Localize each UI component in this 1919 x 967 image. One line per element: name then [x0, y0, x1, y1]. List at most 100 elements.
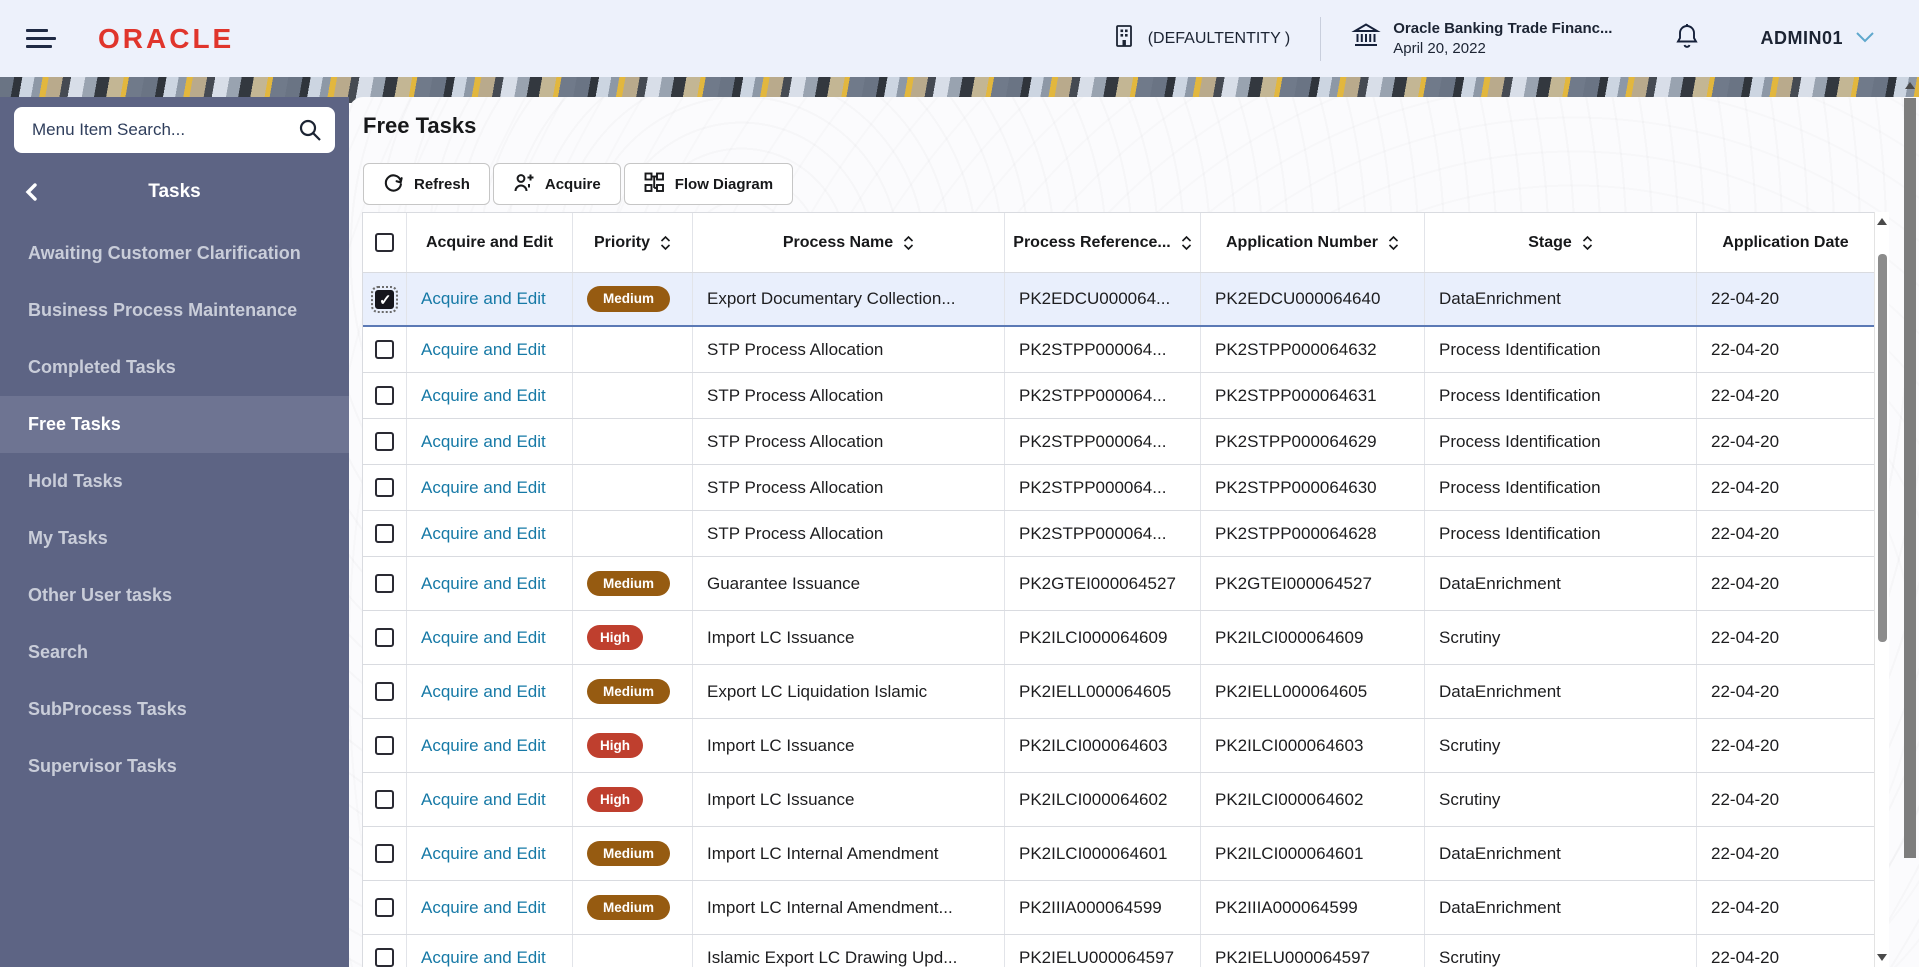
refresh-button[interactable]: Refresh [363, 163, 490, 205]
row-checkbox[interactable] [375, 574, 394, 593]
row-checkbox[interactable] [375, 478, 394, 497]
row-checkbox[interactable] [375, 790, 394, 809]
row-select-cell [363, 465, 407, 510]
column-header-process-reference[interactable]: Process Reference... [1005, 213, 1201, 272]
acquire-and-edit-link[interactable]: Acquire and Edit [421, 289, 546, 309]
acquire-and-edit-link[interactable]: Acquire and Edit [421, 682, 546, 702]
acquire-and-edit-link[interactable]: Acquire and Edit [421, 386, 546, 406]
acquire-and-edit-cell: Acquire and Edit [407, 465, 573, 510]
acquire-and-edit-link[interactable]: Acquire and Edit [421, 844, 546, 864]
sidebar-item-supervisor-tasks[interactable]: Supervisor Tasks [0, 738, 349, 795]
acquire-and-edit-link[interactable]: Acquire and Edit [421, 628, 546, 648]
page-scroll-up-icon[interactable] [1905, 82, 1915, 89]
flow-diagram-label: Flow Diagram [674, 175, 774, 193]
application-number-cell: PK2IELL000064605 [1201, 665, 1425, 718]
column-header-process-name[interactable]: Process Name [693, 213, 1005, 272]
acquire-and-edit-link[interactable]: Acquire and Edit [421, 736, 546, 756]
user-menu[interactable]: ADMIN01 [1760, 28, 1875, 49]
stage-cell: Scrutiny [1425, 773, 1697, 826]
table-row: Acquire and Edit High Import LC Issuance PK… [363, 719, 1874, 773]
sidebar-item-free-tasks[interactable]: Free Tasks [0, 396, 349, 453]
row-checkbox[interactable] [375, 736, 394, 755]
sidebar-item-subprocess-tasks[interactable]: SubProcess Tasks [0, 681, 349, 738]
sidebar-item-search[interactable]: Search [0, 624, 349, 681]
column-header-application-number[interactable]: Application Number [1201, 213, 1425, 272]
branch-selector[interactable]: Oracle Banking Trade Financ... April 20,… [1351, 20, 1612, 57]
application-date-cell: 22-04-20 [1711, 289, 1780, 308]
row-select-cell [363, 827, 407, 880]
row-checkbox[interactable] [375, 628, 394, 647]
notifications-bell-icon[interactable] [1674, 22, 1700, 55]
entity-selector[interactable]: (DEFAULTENTITY ) [1111, 23, 1290, 54]
table-scrollbar-thumb[interactable] [1878, 254, 1887, 642]
sidebar-item-business-process-maintenance[interactable]: Business Process Maintenance [0, 282, 349, 339]
column-label: Process Reference... [1013, 233, 1171, 251]
priority-cell: High [573, 773, 693, 826]
acquire-and-edit-cell: Acquire and Edit [407, 719, 573, 772]
back-chevron-icon[interactable] [24, 183, 38, 206]
application-date-cell: 22-04-20 [1711, 573, 1780, 593]
flow-diagram-button[interactable]: Flow Diagram [623, 163, 794, 205]
application-number-cell: PK2STPP000064629 [1201, 419, 1425, 464]
column-header-priority[interactable]: Priority [573, 213, 693, 272]
acquire-and-edit-link[interactable]: Acquire and Edit [421, 898, 546, 918]
app-window: ORACLE (DEFAULTENTITY ) Oracle Banking T… [0, 0, 1919, 967]
acquire-button[interactable]: Acquire [492, 163, 621, 205]
row-checkbox[interactable] [375, 898, 394, 917]
sidebar-menu: Awaiting Customer Clarification Business … [0, 225, 349, 795]
acquire-and-edit-link[interactable]: Acquire and Edit [421, 524, 546, 544]
acquire-and-edit-link[interactable]: Acquire and Edit [421, 948, 546, 967]
acquire-and-edit-cell: Acquire and Edit [407, 773, 573, 826]
acquire-and-edit-link[interactable]: Acquire and Edit [421, 340, 546, 360]
row-checkbox[interactable] [375, 682, 394, 701]
column-header-stage[interactable]: Stage [1425, 213, 1697, 272]
page-scrollbar[interactable] [1903, 80, 1918, 967]
sidebar-item-other-user-tasks[interactable]: Other User tasks [0, 567, 349, 624]
acquire-and-edit-link[interactable]: Acquire and Edit [421, 478, 546, 498]
application-number-cell: PK2STPP000064630 [1201, 465, 1425, 510]
row-checkbox[interactable] [375, 844, 394, 863]
stage-cell: Process Identification [1425, 511, 1697, 556]
process-name-cell: Import LC Internal Amendment [693, 827, 1005, 880]
acquire-and-edit-cell: Acquire and Edit [407, 327, 573, 372]
sort-icon[interactable] [903, 235, 914, 251]
scroll-down-icon[interactable] [1877, 954, 1887, 961]
process-name-cell: Import LC Issuance [693, 719, 1005, 772]
sort-icon[interactable] [660, 235, 671, 251]
acquire-and-edit-link[interactable]: Acquire and Edit [421, 790, 546, 810]
row-checkbox[interactable] [375, 948, 394, 967]
acquire-and-edit-link[interactable]: Acquire and Edit [421, 574, 546, 594]
sort-icon[interactable] [1181, 235, 1192, 251]
header-divider [1320, 16, 1322, 61]
scroll-up-icon[interactable] [1877, 218, 1887, 225]
row-checkbox[interactable] [375, 432, 394, 451]
menu-search-input[interactable] [14, 107, 335, 153]
acquire-and-edit-cell: Acquire and Edit [407, 419, 573, 464]
process-reference-cell: PK2STPP000064... [1005, 373, 1201, 418]
sidebar-item-awaiting-customer-clarification[interactable]: Awaiting Customer Clarification [0, 225, 349, 282]
select-all-checkbox[interactable] [375, 233, 394, 252]
sidebar-item-my-tasks[interactable]: My Tasks [0, 510, 349, 567]
table-row: Acquire and Edit Medium Import LC Internal… [363, 827, 1874, 881]
sidebar-item-hold-tasks[interactable]: Hold Tasks [0, 453, 349, 510]
hamburger-menu-icon[interactable] [26, 29, 56, 48]
row-checkbox[interactable] [371, 285, 398, 313]
application-number-cell: PK2ILCI000064609 [1201, 611, 1425, 664]
sort-icon[interactable] [1582, 235, 1593, 251]
sidebar-item-completed-tasks[interactable]: Completed Tasks [0, 339, 349, 396]
table-scrollbar[interactable] [1874, 212, 1889, 967]
process-reference-cell: PK2STPP000064... [1005, 419, 1201, 464]
column-header-application-date[interactable]: Application Date [1697, 213, 1874, 272]
sort-icon[interactable] [1388, 235, 1399, 251]
acquire-and-edit-cell: Acquire and Edit [407, 665, 573, 718]
search-icon[interactable] [297, 117, 323, 148]
row-checkbox[interactable] [375, 340, 394, 359]
page-scrollbar-thumb[interactable] [1904, 98, 1916, 858]
row-checkbox[interactable] [375, 386, 394, 405]
acquire-and-edit-link[interactable]: Acquire and Edit [421, 432, 546, 452]
column-header-acquire-and-edit[interactable]: Acquire and Edit [407, 213, 573, 272]
application-date-cell: 22-04-20 [1711, 681, 1780, 701]
row-checkbox[interactable] [375, 524, 394, 543]
priority-cell: High [573, 611, 693, 664]
process-reference-cell: PK2GTEI000064527 [1005, 557, 1201, 610]
